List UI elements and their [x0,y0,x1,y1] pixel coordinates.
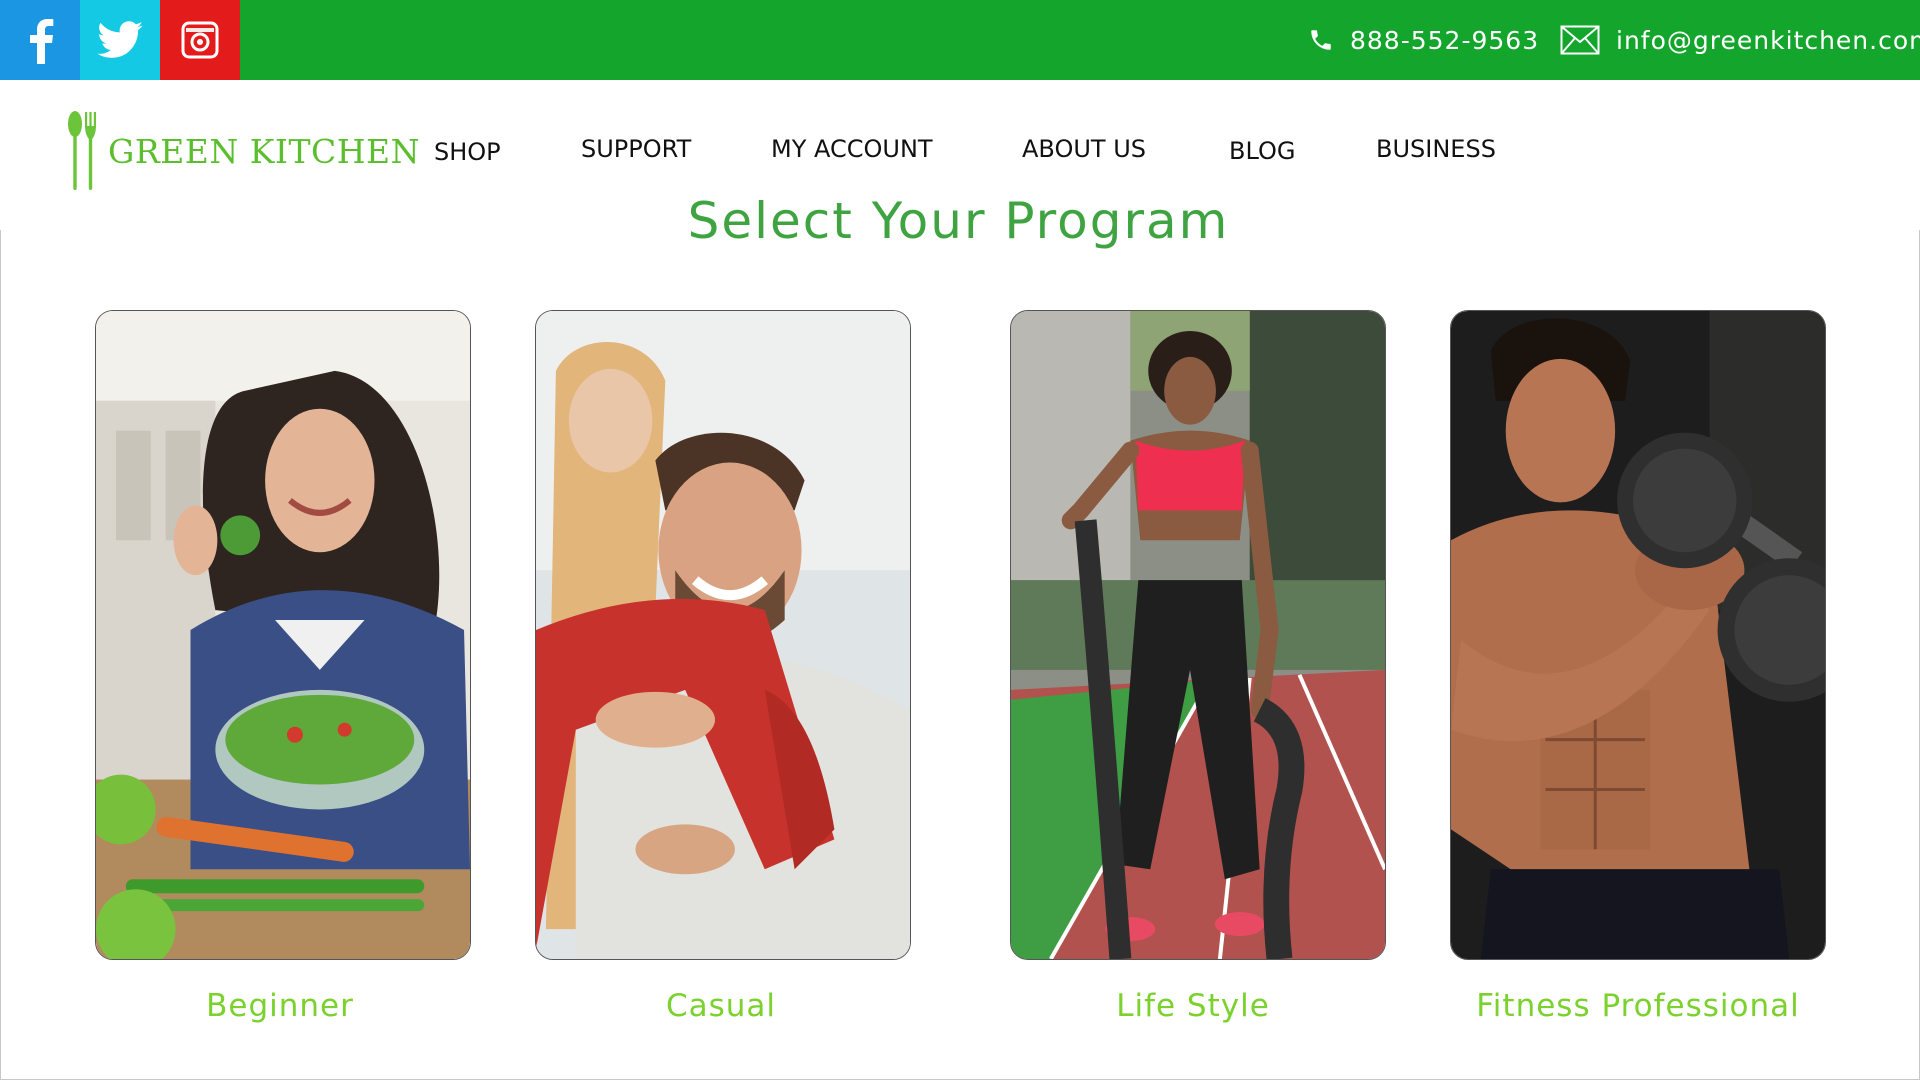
woman-eating-salad-photo [96,311,470,959]
woman-battle-ropes-photo [1011,311,1385,959]
logo-text: GREEN KITCHEN [108,131,420,171]
top-bar: 888-552-9563 info@greenkitchen.com [0,0,1920,80]
nav-about-us[interactable]: ABOUT US [1022,135,1146,163]
phone-number: 888-552-9563 [1350,25,1540,55]
nav-shop[interactable]: SHOP [434,138,501,166]
nav-support[interactable]: SUPPORT [581,135,691,163]
nav-my-account[interactable]: MY ACCOUNT [771,135,933,163]
program-label-beginner[interactable]: Beginner [92,988,468,1024]
program-label-casual[interactable]: Casual [533,988,909,1024]
phone-icon [1308,27,1334,53]
logo[interactable]: GREEN KITCHEN [66,110,420,192]
program-card-beginner[interactable] [95,310,471,960]
twitter-icon [97,21,143,58]
program-card-casual[interactable] [535,310,911,960]
facebook-icon [30,19,54,64]
facebook-link[interactable] [0,0,80,80]
instagram-icon [181,21,219,59]
program-card-fitness-professional[interactable] [1450,310,1826,960]
email-contact[interactable]: info@greenkitchen.com [1560,0,1920,80]
nav-business[interactable]: BUSINESS [1376,135,1496,163]
phone-contact[interactable]: 888-552-9563 [1308,0,1539,80]
program-label-life-style[interactable]: Life Style [1005,988,1381,1024]
program-card-life-style[interactable] [1010,310,1386,960]
man-lifting-dumbbell-photo [1451,311,1825,959]
twitter-link[interactable] [80,0,160,80]
program-label-fitness-professional[interactable]: Fitness Professional [1448,988,1828,1024]
email-address: info@greenkitchen.com [1616,25,1920,55]
envelope-icon [1560,25,1600,55]
instagram-link[interactable] [160,0,240,80]
couple-laughing-photo [536,311,910,959]
page-title: Select Your Program [687,192,1230,250]
nav-blog[interactable]: BLOG [1229,137,1295,165]
fork-spoon-icon [68,111,96,190]
